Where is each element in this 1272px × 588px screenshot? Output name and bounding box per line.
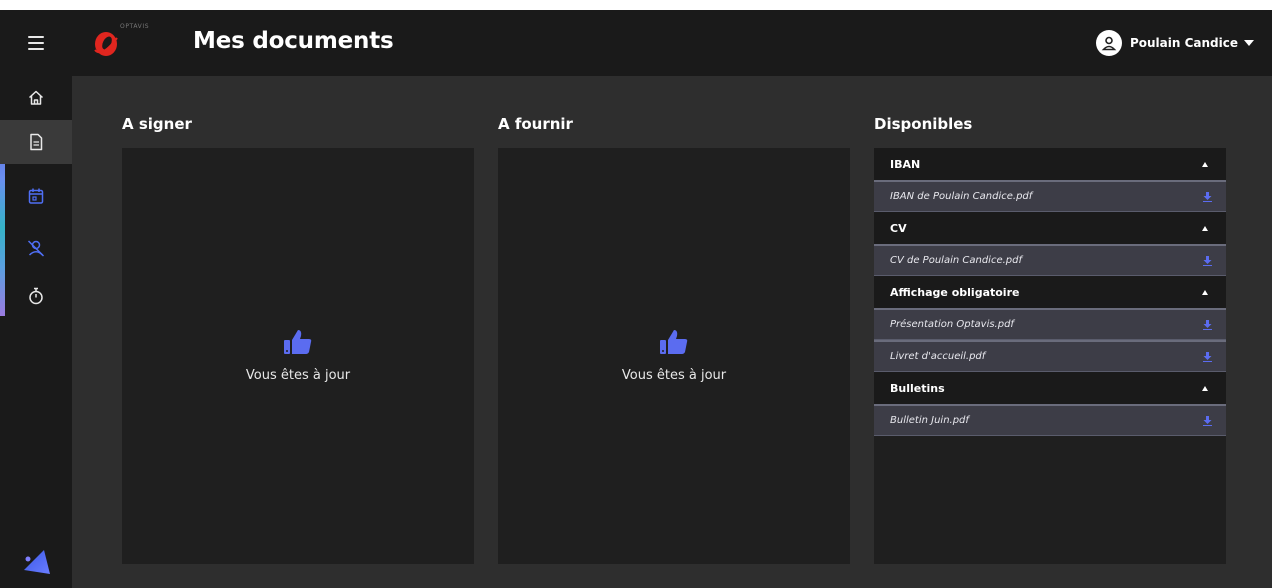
app-root: OPTAVIS Mes documents Poulain Candice A … [0,10,1272,588]
collapse-icon [1202,289,1208,295]
group-header-iban[interactable]: IBAN [874,148,1226,180]
file-name: CV de Poulain Candice.pdf [890,255,1022,266]
sidebar [0,76,72,588]
group-label: Bulletins [890,381,945,395]
collapse-icon [1202,161,1208,167]
download-icon[interactable] [1203,415,1212,426]
group-label: IBAN [890,157,921,171]
collapse-icon [1202,385,1208,391]
file-name: Présentation Optavis.pdf [890,319,1014,330]
provide-empty-state: Vous êtes à jour [498,328,850,383]
collapse-icon [1202,225,1208,231]
download-icon[interactable] [1203,319,1212,330]
section-title-sign: A signer [122,115,192,133]
sidebar-item-home[interactable] [0,76,72,120]
file-name: Bulletin Juin.pdf [890,415,969,426]
file-row[interactable]: CV de Poulain Candice.pdf [874,244,1226,276]
group-label: CV [890,221,907,235]
available-documents-list: IBAN IBAN de Poulain Candice.pdf CV CV d… [874,148,1226,564]
brand-shape-icon [24,550,50,574]
sidebar-item-timer[interactable] [0,274,72,318]
menu-icon[interactable] [28,36,44,50]
group-header-affichage[interactable]: Affichage obligatoire [874,276,1226,308]
download-icon[interactable] [1203,351,1212,362]
file-name: Livret d'accueil.pdf [890,351,986,362]
sidebar-item-calendar[interactable] [0,174,72,218]
download-icon[interactable] [1203,191,1212,202]
optavis-logo [94,32,118,56]
chevron-down-icon [1244,40,1254,46]
user-avatar-icon [1095,30,1122,56]
user-menu[interactable]: Poulain Candice [1095,30,1254,56]
group-label: Affichage obligatoire [890,285,1020,299]
user-name: Poulain Candice [1129,36,1238,50]
sign-empty-state: Vous êtes à jour [122,328,474,383]
sidebar-item-documents[interactable] [0,120,72,164]
group-header-bulletins[interactable]: Bulletins [874,372,1226,404]
document-icon [30,133,43,151]
user-off-icon [27,240,45,257]
sidebar-item-absences[interactable] [0,226,72,270]
thumbs-up-icon [660,330,688,354]
calendar-icon [28,188,44,204]
section-title-available: Disponibles [874,115,973,133]
file-row[interactable]: Présentation Optavis.pdf [874,308,1226,340]
provide-panel: Vous êtes à jour [498,148,850,564]
file-row[interactable]: Livret d'accueil.pdf [874,340,1226,372]
file-row[interactable]: IBAN de Poulain Candice.pdf [874,180,1226,212]
section-title-provide: A fournir [498,115,573,133]
logo-wordmark: OPTAVIS [120,23,150,30]
home-icon [28,90,44,105]
group-header-cv[interactable]: CV [874,212,1226,244]
file-name: IBAN de Poulain Candice.pdf [890,191,1033,202]
provide-empty-text: Vous êtes à jour [621,368,727,383]
download-icon[interactable] [1203,255,1212,266]
page-title: Mes documents [193,28,394,54]
stopwatch-icon [29,287,43,305]
sign-panel: Vous êtes à jour [122,148,474,564]
file-row[interactable]: Bulletin Juin.pdf [874,404,1226,436]
sign-empty-text: Vous êtes à jour [245,368,351,383]
top-bar: OPTAVIS Mes documents Poulain Candice [0,10,1272,76]
thumbs-up-icon [284,330,312,354]
